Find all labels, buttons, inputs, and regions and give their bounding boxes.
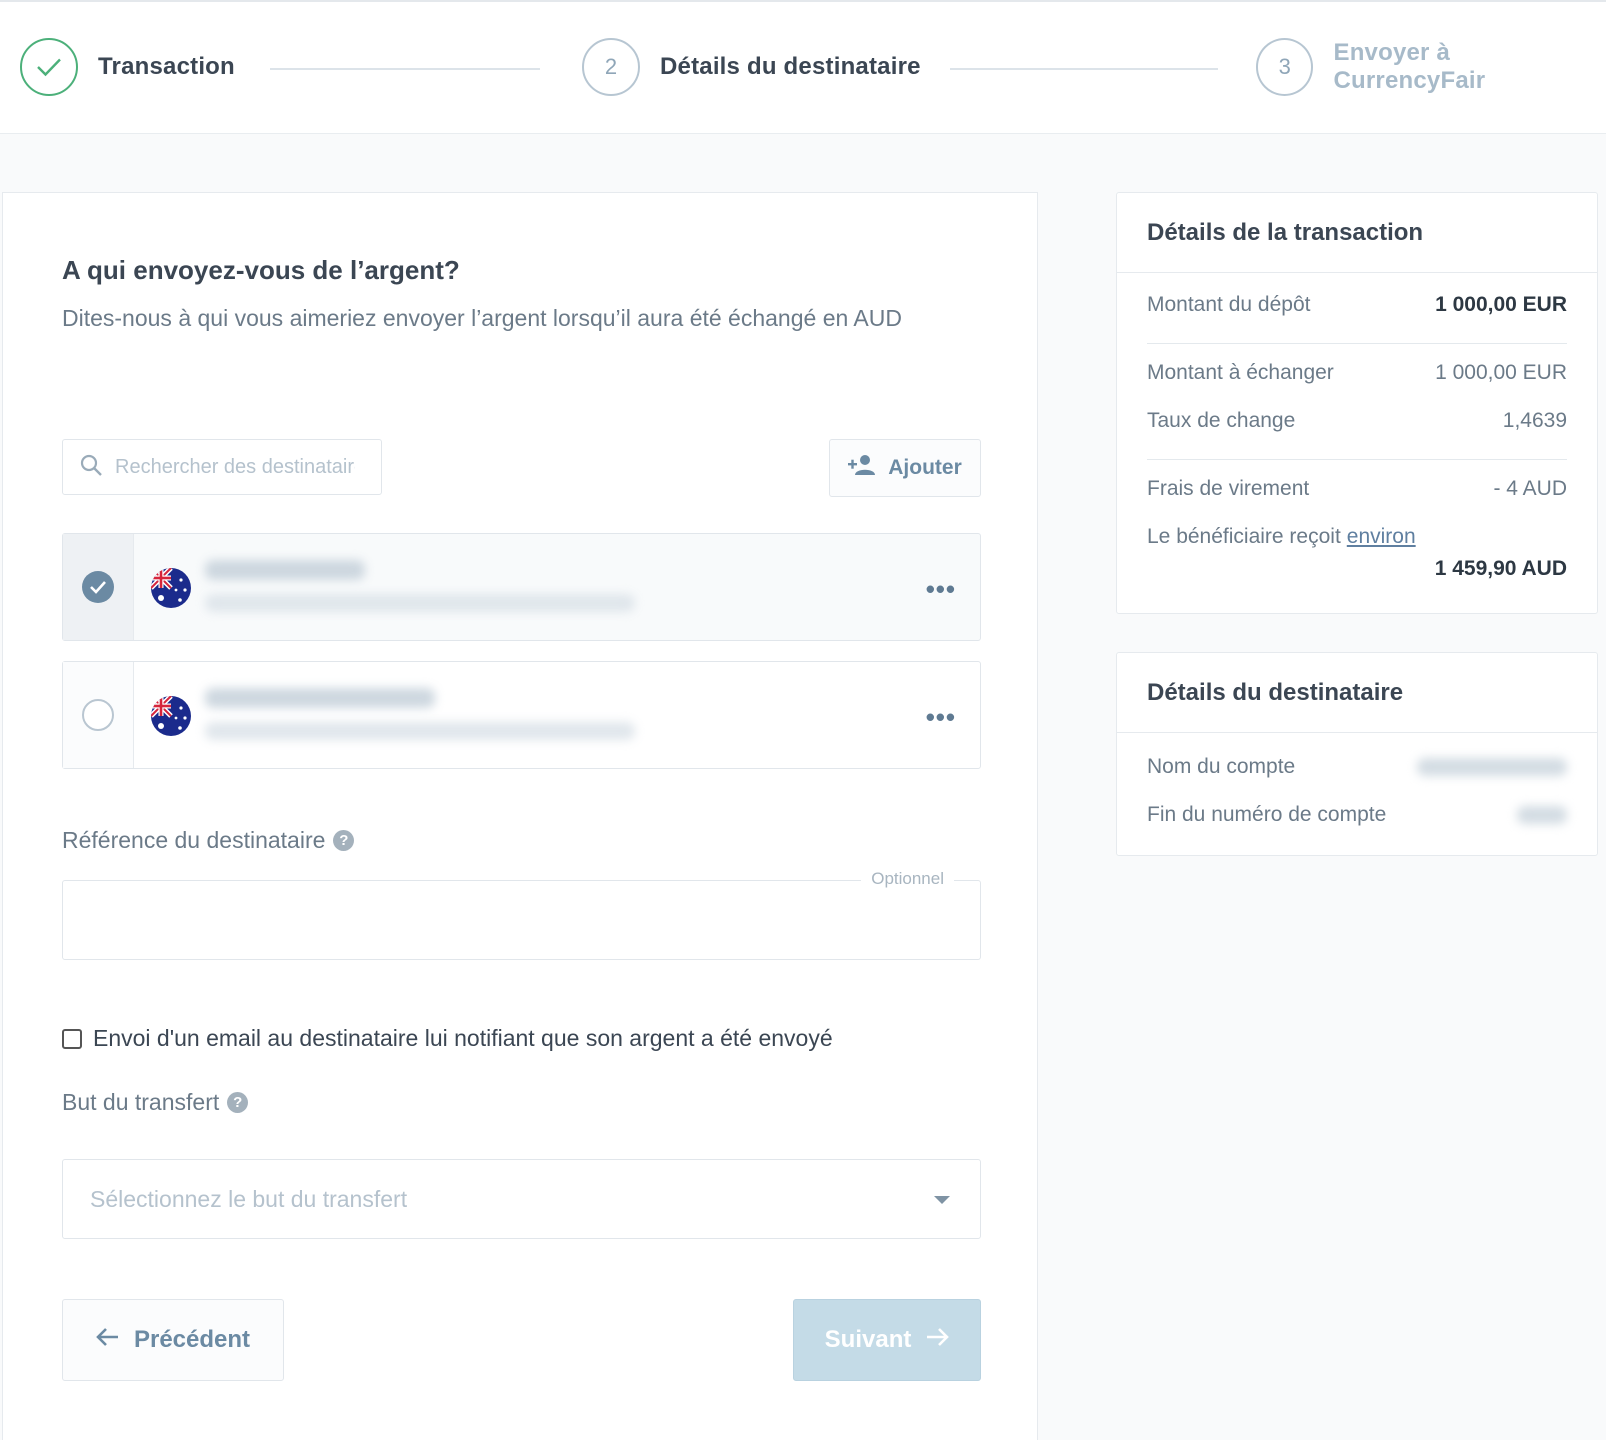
page-subtitle: Dites-nous à qui vous aimeriez envoyer l… <box>62 305 902 331</box>
receives-row: Le bénéficiaire reçoit environ <box>1147 525 1567 549</box>
receives-label: Le bénéficiaire reçoit <box>1147 525 1341 548</box>
divider <box>1147 343 1567 344</box>
fee-row: Frais de virement - 4 AUD <box>1147 477 1567 501</box>
step-connector <box>950 68 1218 70</box>
page-title: A qui envoyez-vous de l’argent? <box>62 255 460 285</box>
australia-flag-icon <box>151 568 191 608</box>
recipient-details-card: Détails du destinataire Nom du compte Fi… <box>1116 652 1598 856</box>
recipient-details-title: Détails du destinataire <box>1117 653 1597 733</box>
reference-label-text: Référence du destinataire <box>62 827 326 853</box>
arrow-right-icon <box>911 1326 950 1354</box>
rate-row: Taux de change 1,4639 <box>1147 409 1567 433</box>
environ-link[interactable]: environ <box>1347 525 1416 549</box>
next-label: Suivant <box>824 1326 912 1353</box>
previous-label: Précédent <box>133 1326 251 1353</box>
previous-button[interactable]: Précédent <box>62 1299 284 1381</box>
fee-label: Frais de virement <box>1147 477 1310 500</box>
recipient-form-card: A qui envoyez-vous de l’argent? Dites-no… <box>2 192 1038 1440</box>
australia-flag-icon <box>151 696 191 736</box>
reference-label: Référence du destinataire ? <box>62 827 355 854</box>
exchange-row: Montant à échanger 1 000,00 EUR <box>1147 361 1567 385</box>
receives-value: 1 459,90 AUD <box>1434 557 1567 580</box>
step-label: Envoyer à CurrencyFair <box>1333 39 1486 94</box>
deposit-value: 1 000,00 EUR <box>1435 293 1567 316</box>
recipient-account-redacted <box>205 594 635 612</box>
step-number: 2 <box>582 38 640 96</box>
chevron-down-icon <box>934 1196 950 1204</box>
next-button[interactable]: Suivant <box>793 1299 981 1381</box>
notify-checkbox[interactable] <box>62 1028 82 1049</box>
transaction-details-card: Détails de la transaction Montant du dép… <box>1116 192 1598 614</box>
rate-value: 1,4639 <box>1502 409 1567 432</box>
account-end-row: Fin du numéro de compte <box>1147 803 1567 827</box>
search-input[interactable] <box>115 455 355 479</box>
optional-tag: Optionnel <box>861 869 954 889</box>
account-name-redacted <box>1417 758 1567 776</box>
account-end-label: Fin du numéro de compte <box>1147 803 1387 826</box>
purpose-label-text: But du transfert <box>62 1089 220 1115</box>
add-user-icon <box>848 454 888 482</box>
progress-stepper: Transaction 2 Détails du destinataire 3 … <box>0 0 1606 134</box>
receives-amount-row: 1 459,90 AUD <box>1147 557 1567 581</box>
notify-label: Envoi d'un email au destinataire lui not… <box>93 1025 833 1051</box>
recipient-name-redacted <box>205 560 365 580</box>
purpose-label: But du transfert ? <box>62 1089 249 1116</box>
step-label: Transaction <box>98 53 235 80</box>
step-connector <box>270 68 540 70</box>
transaction-details-title: Détails de la transaction <box>1117 193 1597 273</box>
divider <box>1147 459 1567 460</box>
step-send: 3 Envoyer à CurrencyFair <box>1256 38 1606 96</box>
help-icon[interactable]: ? <box>227 1092 249 1113</box>
step-label: Détails du destinataire <box>660 53 921 80</box>
checked-radio-icon <box>82 571 114 603</box>
add-button-label: Ajouter <box>888 456 962 479</box>
exchange-value: 1 000,00 EUR <box>1435 361 1567 384</box>
recipient-account-redacted <box>205 722 635 740</box>
rate-label: Taux de change <box>1147 409 1296 432</box>
arrow-left-icon <box>96 1326 134 1354</box>
help-icon[interactable]: ? <box>333 830 355 851</box>
check-icon <box>20 38 78 96</box>
reference-field[interactable]: Optionnel <box>62 869 981 960</box>
deposit-row: Montant du dépôt 1 000,00 EUR <box>1147 293 1567 317</box>
step-number: 3 <box>1256 38 1314 96</box>
account-name-row: Nom du compte <box>1147 755 1567 779</box>
notify-option[interactable]: Envoi d'un email au destinataire lui not… <box>62 1025 833 1052</box>
reference-input[interactable] <box>63 881 980 959</box>
purpose-select[interactable]: Sélectionnez le but du transfert <box>62 1159 981 1239</box>
account-end-redacted <box>1517 806 1567 824</box>
recipient-name-redacted <box>205 688 435 708</box>
more-horizontal-icon[interactable]: ••• <box>926 574 956 605</box>
radio-icon <box>82 699 114 731</box>
account-name-label: Nom du compte <box>1147 755 1296 778</box>
recipient-select[interactable] <box>63 534 134 640</box>
recipient-select[interactable] <box>63 662 134 768</box>
search-box[interactable] <box>62 439 382 495</box>
exchange-label: Montant à échanger <box>1147 361 1334 384</box>
search-icon <box>79 453 103 482</box>
add-recipient-button[interactable]: Ajouter <box>829 439 981 497</box>
purpose-placeholder: Sélectionnez le but du transfert <box>90 1185 408 1212</box>
step-transaction: Transaction <box>20 38 235 96</box>
fee-value: - 4 AUD <box>1493 477 1567 500</box>
recipient-row[interactable]: ••• <box>62 533 981 641</box>
more-horizontal-icon[interactable]: ••• <box>926 702 956 733</box>
deposit-label: Montant du dépôt <box>1147 293 1311 316</box>
recipient-row[interactable]: ••• <box>62 661 981 769</box>
step-recipient-details: 2 Détails du destinataire <box>582 38 921 96</box>
